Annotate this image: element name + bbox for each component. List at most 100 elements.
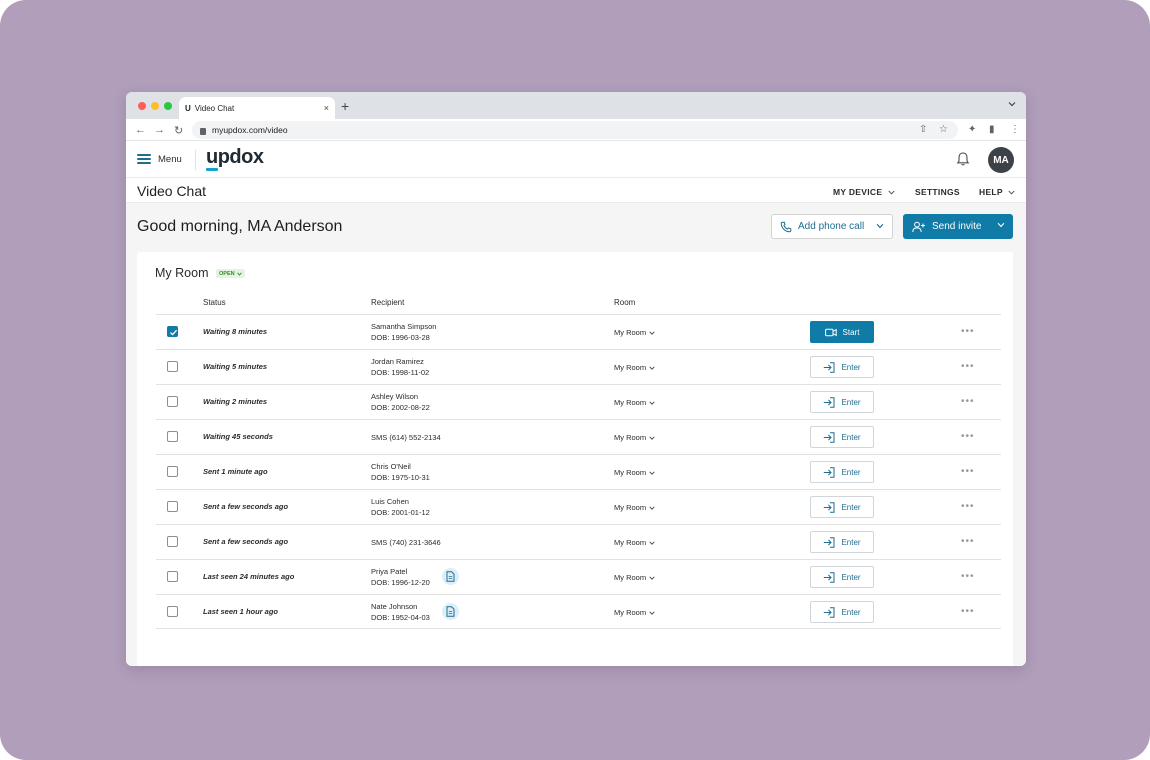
room-select[interactable]: My Room [614, 608, 655, 617]
room-select[interactable]: My Room [614, 573, 655, 582]
room-select-value: My Room [614, 363, 647, 372]
more-horizontal-icon[interactable]: ••• [961, 326, 975, 337]
enter-button[interactable]: Enter [810, 601, 874, 623]
row-recipient: SMS (614) 552-2134 [371, 432, 441, 443]
tab-title: Video Chat [194, 103, 235, 113]
nav-settings[interactable]: SETTINGS [915, 187, 960, 197]
room-select[interactable]: My Room [614, 468, 655, 477]
avatar[interactable]: MA [988, 147, 1014, 173]
sign-in-icon [824, 606, 835, 618]
new-tab-button[interactable]: + [341, 98, 349, 114]
enter-button[interactable]: Enter [810, 426, 874, 448]
sign-in-icon [824, 571, 835, 583]
action-label: Enter [841, 537, 861, 547]
room-select-value: My Room [614, 468, 647, 477]
back-icon[interactable]: ← [135, 124, 146, 136]
room-select[interactable]: My Room [614, 503, 655, 512]
tab-close-icon[interactable]: × [324, 103, 329, 113]
nav-help[interactable]: HELP [979, 187, 1015, 197]
logo-text: updox [206, 146, 264, 168]
room-select[interactable]: My Room [614, 328, 655, 337]
room-select-value: My Room [614, 328, 647, 337]
more-horizontal-icon[interactable]: ••• [961, 501, 975, 512]
nav-my-device[interactable]: MY DEVICE [833, 187, 895, 197]
extensions-icon[interactable]: ✦ [968, 124, 976, 135]
forward-icon[interactable]: → [154, 124, 165, 136]
more-horizontal-icon[interactable]: ••• [961, 431, 975, 442]
enter-button[interactable]: Enter [810, 566, 874, 588]
enter-button[interactable]: Enter [810, 356, 874, 378]
more-horizontal-icon[interactable]: ••• [961, 466, 975, 477]
row-checkbox[interactable] [167, 536, 178, 547]
main-content: Good morning, MA Anderson Add phone call… [126, 203, 1026, 666]
enter-button[interactable]: Enter [810, 391, 874, 413]
url-text: myupdox.com/video [212, 125, 288, 135]
browser-tab[interactable]: U Video Chat × [179, 97, 335, 119]
side-panel-icon[interactable]: ▮ [989, 124, 995, 135]
more-horizontal-icon[interactable]: ••• [961, 571, 975, 582]
row-checkbox[interactable] [167, 431, 178, 442]
menu-label[interactable]: Menu [158, 154, 182, 165]
room-select[interactable]: My Room [614, 363, 655, 372]
row-checkbox[interactable] [167, 571, 178, 582]
bell-icon[interactable] [955, 151, 971, 167]
add-phone-call-button[interactable]: Add phone call [771, 214, 893, 239]
bookmark-star-icon[interactable]: ☆ [939, 124, 948, 135]
chevron-down-icon [649, 471, 655, 475]
send-invite-button[interactable]: Send invite [903, 214, 1013, 239]
row-checkbox[interactable] [167, 466, 178, 477]
document-icon[interactable] [442, 603, 459, 620]
chevron-down-icon [649, 331, 655, 335]
sign-in-icon [824, 536, 835, 548]
room-select[interactable]: My Room [614, 433, 655, 442]
close-window-button[interactable] [138, 102, 146, 110]
chevron-down-icon [236, 272, 242, 276]
room-select-value: My Room [614, 573, 647, 582]
more-horizontal-icon[interactable]: ••• [961, 396, 975, 407]
recipient-name: SMS (614) 552-2134 [371, 433, 441, 442]
row-status: Waiting 2 minutes [203, 397, 268, 406]
chevron-down-icon [649, 401, 655, 405]
enter-button[interactable]: Enter [810, 496, 874, 518]
tab-search-chevron-icon[interactable] [1008, 100, 1016, 108]
room-select[interactable]: My Room [614, 398, 655, 407]
nav-my-device-label: MY DEVICE [833, 187, 883, 197]
recipient-dob: DOB: 2001-01-12 [371, 508, 430, 517]
document-icon[interactable] [442, 568, 459, 585]
room-select[interactable]: My Room [614, 538, 655, 547]
start-button[interactable]: Start [810, 321, 874, 343]
chevron-down-icon [997, 222, 1005, 228]
recipient-name: Samantha Simpson [371, 322, 437, 331]
more-horizontal-icon[interactable]: ••• [961, 361, 975, 372]
row-checkbox[interactable] [167, 396, 178, 407]
action-label: Enter [841, 362, 861, 372]
row-recipient: Samantha Simpson DOB: 1996-03-28 [371, 321, 436, 343]
updox-logo[interactable]: updox [206, 146, 264, 171]
hamburger-icon[interactable] [137, 154, 151, 164]
table-row: Last seen 1 hour ago Nate Johnson DOB: 195… [156, 594, 1001, 629]
row-status: Sent 1 minute ago [203, 467, 268, 476]
action-label: Enter [841, 397, 861, 407]
chevron-down-icon [649, 506, 655, 510]
row-checkbox[interactable] [167, 326, 178, 337]
minimize-window-button[interactable] [151, 102, 159, 110]
room-status-label: OPEN [219, 270, 235, 277]
url-field[interactable]: myupdox.com/video ⇧ ☆ [192, 121, 958, 139]
row-recipient: Luis Cohen DOB: 2001-01-12 [371, 496, 430, 518]
more-horizontal-icon[interactable]: ••• [961, 606, 975, 617]
row-checkbox[interactable] [167, 606, 178, 617]
enter-button[interactable]: Enter [810, 461, 874, 483]
row-checkbox[interactable] [167, 361, 178, 372]
room-status-badge[interactable]: OPEN [216, 269, 245, 278]
nav-help-label: HELP [979, 187, 1003, 197]
browser-menu-icon[interactable]: ⋮ [1010, 124, 1020, 135]
room-select-value: My Room [614, 433, 647, 442]
recipient-name: Priya Patel [371, 567, 408, 576]
enter-button[interactable]: Enter [810, 531, 874, 553]
maximize-window-button[interactable] [164, 102, 172, 110]
reload-icon[interactable]: ↻ [174, 124, 183, 137]
more-horizontal-icon[interactable]: ••• [961, 536, 975, 547]
row-checkbox[interactable] [167, 501, 178, 512]
share-icon[interactable]: ⇧ [919, 124, 927, 135]
table-row: Sent 1 minute ago Chris O'Neil DOB: 1975-1… [156, 454, 1001, 489]
